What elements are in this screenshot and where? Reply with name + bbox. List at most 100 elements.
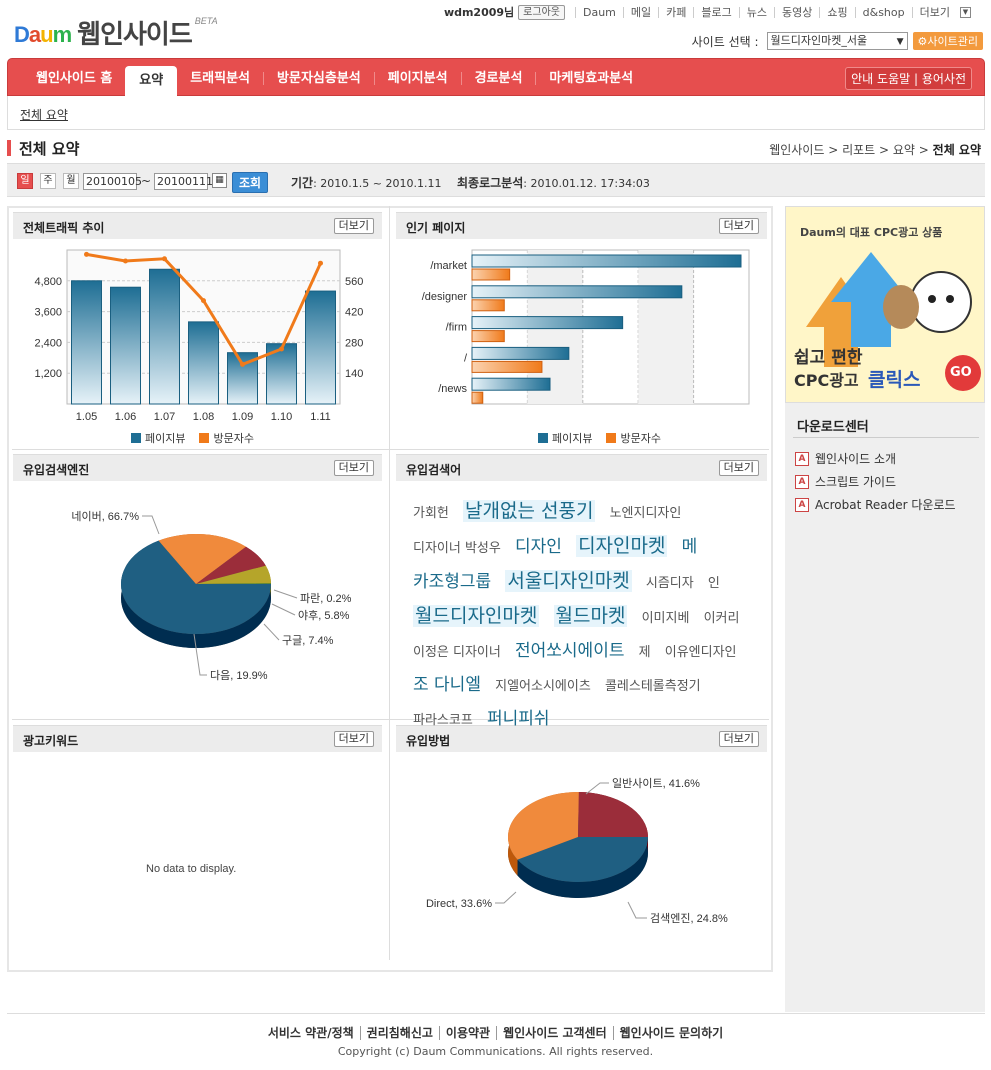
bar-visitor	[471, 330, 505, 343]
point-visitor	[318, 260, 323, 266]
subnav-item-summary[interactable]: 전체 요약	[20, 106, 68, 123]
panel-header-keyword: 유입검색어 더보기	[396, 454, 767, 481]
logout-button[interactable]: 로그아웃	[518, 4, 565, 20]
keyword-item[interactable]: 전어쏘시에이트	[515, 641, 624, 661]
more-button-engine[interactable]: 더보기	[333, 460, 374, 476]
download-item[interactable]: A Acrobat Reader 다운로드	[795, 496, 956, 513]
title-marker	[7, 140, 11, 156]
panel-title-keyword: 유입검색어	[406, 463, 462, 477]
ad-line-3: CPC광고	[794, 371, 859, 390]
daum-logo[interactable]: Daum 웹인사이드 BETA	[14, 16, 218, 48]
keyword-item[interactable]: 콜레스테롤측정기	[605, 679, 701, 694]
keyword-item[interactable]: 디자이너 박성우	[413, 541, 501, 556]
keyword-item[interactable]: 월드디자인마켓	[413, 605, 540, 627]
keyword-item[interactable]: 퍼니피쉬	[487, 709, 550, 729]
link-shopping[interactable]: 쇼핑	[819, 6, 854, 18]
tab-page[interactable]: 페이지분석	[373, 71, 461, 85]
download-item[interactable]: A 스크립트 가이드	[795, 473, 896, 490]
keyword-item[interactable]: 이유엔디자인	[665, 645, 737, 660]
calendar-icon[interactable]: ▦	[212, 173, 227, 188]
footer-link[interactable]: 권리침해신고	[359, 1026, 439, 1040]
more-button-traffic[interactable]: 더보기	[333, 218, 374, 234]
footer-link[interactable]: 웹인사이드 고객센터	[496, 1026, 613, 1040]
keyword-item[interactable]: 인	[708, 576, 720, 591]
keyword-item[interactable]: 시즘디자	[646, 576, 694, 591]
link-video[interactable]: 동영상	[774, 6, 819, 18]
panel-header-popular: 인기 페이지 더보기	[396, 212, 767, 239]
x-tick-label: 1.05	[76, 411, 97, 423]
pie-leader-line	[273, 589, 298, 599]
point-visitor	[162, 256, 167, 262]
ad-line-2: 쉽고 편한	[794, 348, 863, 368]
keyword-item[interactable]: 파라스코프	[413, 713, 473, 728]
sub-nav: 전체 요약	[7, 96, 985, 130]
keyword-item[interactable]: 디자인	[515, 537, 562, 557]
link-mail[interactable]: 메일	[622, 6, 658, 18]
keyword-cloud: 가회헌 날개없는 선풍기 노엔지디자인 디자이너 박성우 디자인 디자인마켓 메…	[413, 495, 753, 737]
month-toggle[interactable]: 월	[63, 173, 79, 189]
tab-path[interactable]: 경로분석	[460, 71, 536, 85]
keyword-item[interactable]: 이미지베	[642, 611, 690, 626]
footer-link[interactable]: 웹인사이드 문의하기	[612, 1026, 730, 1040]
tab-home[interactable]: 웹인사이드 홈	[22, 72, 125, 85]
more-button-keyword[interactable]: 더보기	[718, 460, 759, 476]
download-item[interactable]: A 웹인사이드 소개	[795, 450, 896, 467]
query-button[interactable]: 조회	[232, 172, 269, 193]
footer-link[interactable]: 이용약관	[438, 1026, 497, 1040]
tab-marketing[interactable]: 마케팅효과분석	[535, 71, 646, 85]
keyword-item[interactable]: 지엘어소시에이츠	[495, 679, 591, 694]
tab-visitor[interactable]: 방문자심층분석	[263, 71, 374, 85]
pdf-icon: A	[795, 451, 809, 466]
cpc-ad-banner[interactable]: Daum의 대표 CPC광고 상품 쉽고 편한 CPC광고 클릭스 GO	[785, 206, 985, 403]
week-toggle[interactable]: 주	[40, 173, 56, 189]
inflow-method-pie: 일반사이트, 41.6% Direct, 33.6% 검색엔진, 24.8%	[426, 776, 728, 925]
help-glossary-button[interactable]: 안내 도움말 | 용어사전	[845, 67, 972, 90]
keyword-item[interactable]: 이커리	[704, 611, 740, 626]
site-select-label: 사이트 선택 :	[691, 34, 759, 49]
tab-summary[interactable]: 요약	[125, 66, 178, 97]
bar-pageview	[471, 346, 570, 360]
tab-traffic[interactable]: 트래픽분석	[177, 72, 263, 85]
start-date-input[interactable]: 20100105	[83, 173, 142, 190]
end-date-input[interactable]: 20100111	[154, 173, 213, 190]
top-links-bar: wdm2009님 로그아웃 Daum 메일 카페 블로그 뉴스 동영상 쇼핑 d…	[444, 4, 971, 20]
ad-go: GO	[950, 365, 972, 380]
keyword-item[interactable]: 서울디자인마켓	[505, 570, 632, 592]
row-divider-1	[12, 449, 769, 450]
category-label: /market	[430, 260, 467, 272]
footer-link[interactable]: 서비스 약관/정책	[262, 1026, 360, 1040]
keyword-item[interactable]: 제	[639, 645, 651, 660]
keyword-item[interactable]: 카조형그룹	[413, 572, 491, 592]
keyword-item[interactable]: 월드마켓	[553, 605, 628, 627]
legend-visitor: 방문자수	[606, 430, 661, 446]
category-label: /	[464, 352, 468, 364]
point-visitor	[240, 361, 245, 367]
link-dshop[interactable]: d&shop	[854, 6, 912, 18]
link-news[interactable]: 뉴스	[738, 6, 774, 18]
bar-visitor	[471, 268, 511, 281]
link-more[interactable]: 더보기	[911, 6, 957, 18]
link-cafe[interactable]: 카페	[658, 6, 693, 18]
chevron-down-icon[interactable]: ▼	[960, 6, 971, 18]
keyword-item[interactable]: 날개없는 선풍기	[463, 500, 596, 522]
day-toggle[interactable]: 일	[17, 173, 33, 189]
keyword-item[interactable]: 조 다니엘	[413, 675, 481, 695]
site-select-dropdown[interactable]: 월드디자인마켓_서울 ▼	[766, 32, 908, 50]
more-button-ad[interactable]: 더보기	[333, 731, 374, 747]
keyword-item[interactable]: 이정은 디자이너	[413, 645, 501, 660]
pie-leader-line	[263, 623, 280, 641]
keyword-item[interactable]: 가회헌	[413, 506, 449, 521]
keyword-item[interactable]: 디자인마켓	[576, 535, 668, 557]
traffic-legend: 페이지뷰 방문자수	[131, 430, 254, 446]
legend-visitor-label: 방문자수	[620, 432, 661, 445]
period-info: 기간: 2010.1.5 ~ 2010.1.11	[291, 174, 441, 191]
y2-tick-label: 140	[345, 368, 363, 380]
more-button-popular[interactable]: 더보기	[718, 218, 759, 234]
keyword-item[interactable]: 노엔지디자인	[610, 506, 682, 521]
site-manage-button[interactable]: ⚙사이트관리	[912, 32, 983, 50]
breadcrumb-path[interactable]: 웹인사이드 > 리포트 > 요약 >	[769, 143, 932, 157]
pie-label: 다음, 19.9%	[210, 669, 268, 682]
link-daum[interactable]: Daum	[574, 6, 623, 18]
keyword-item[interactable]: 메	[682, 537, 698, 557]
link-blog[interactable]: 블로그	[693, 6, 738, 18]
